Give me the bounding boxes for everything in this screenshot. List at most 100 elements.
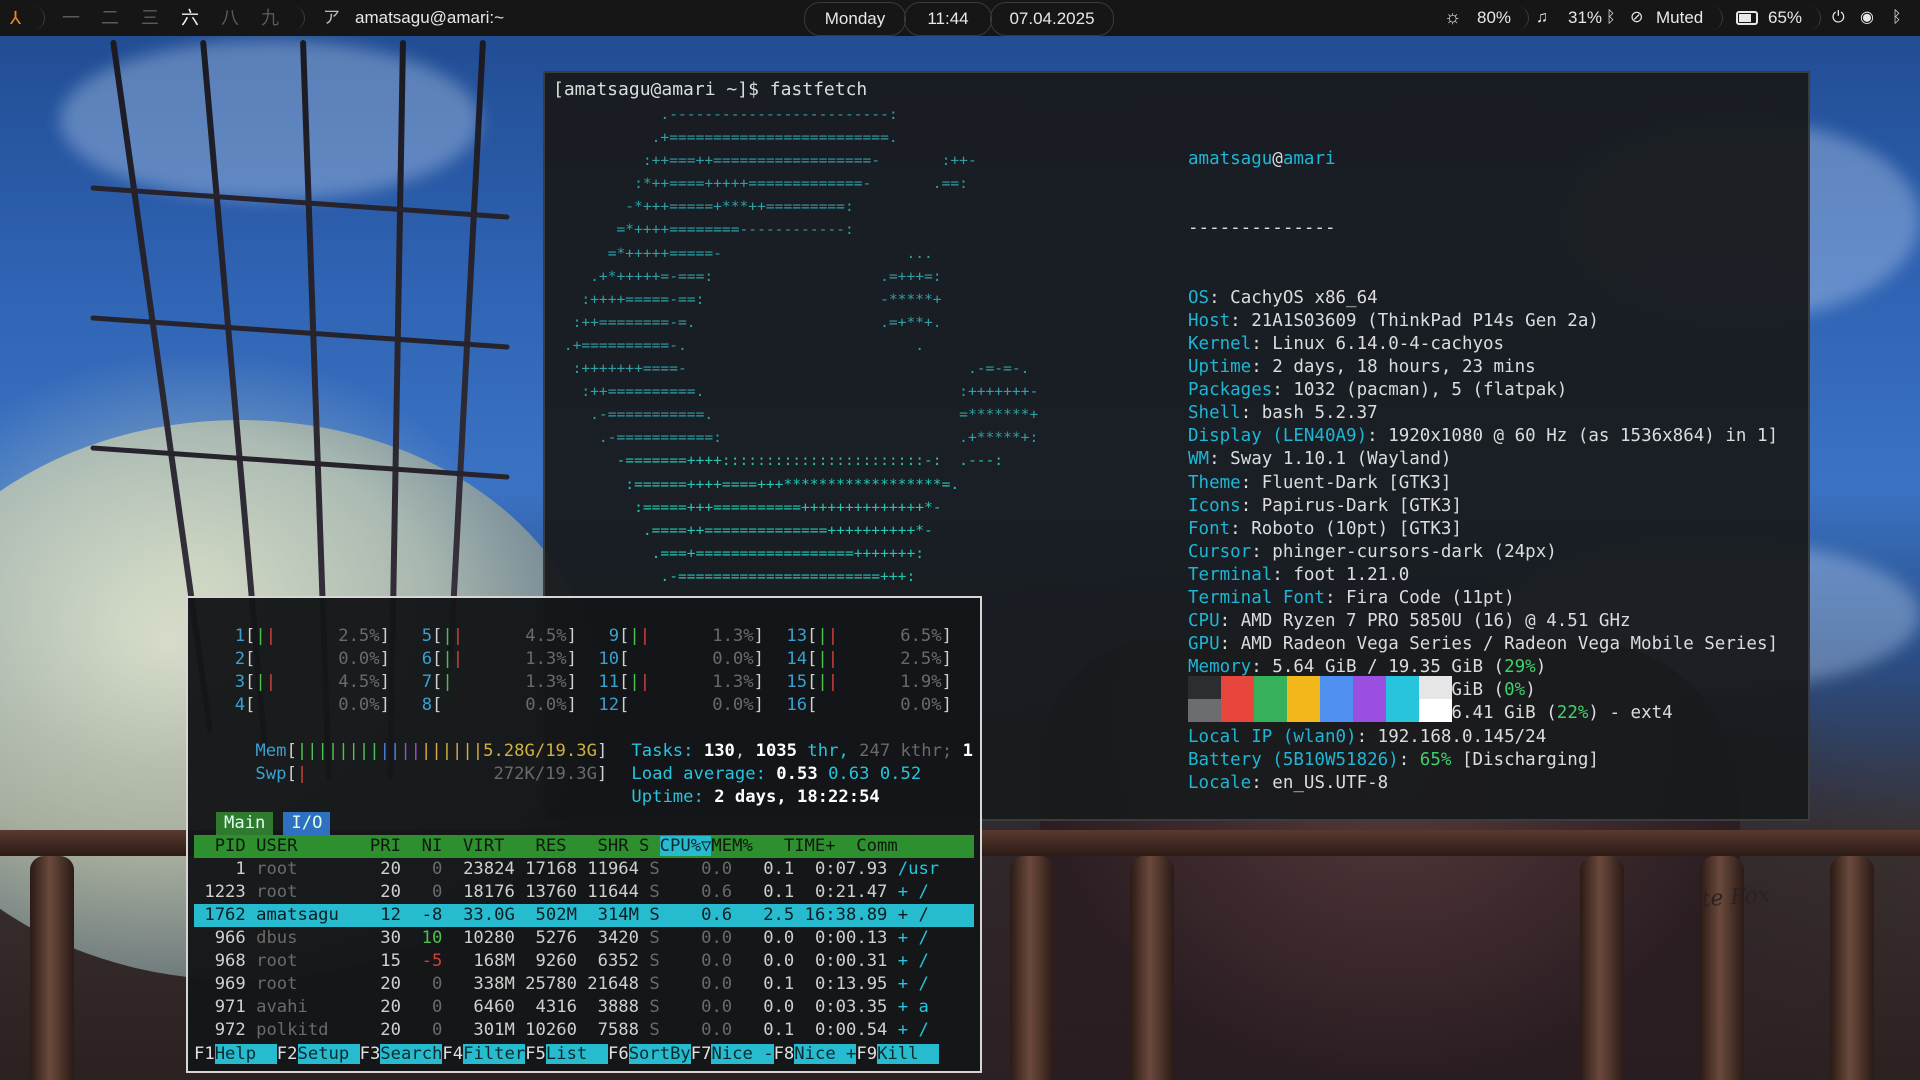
cpu-percent: 0.0%	[338, 649, 380, 669]
battery-value[interactable]: 65%	[1768, 0, 1802, 36]
workspace-active[interactable]: 六	[181, 0, 199, 36]
color-swatch	[1221, 676, 1254, 722]
cpu-number: 6	[401, 649, 433, 669]
logo-line: :++========-=. .=+**+.	[572, 313, 942, 331]
info-value: AMD Radeon Vega Series / Radeon Vega Mob…	[1240, 634, 1779, 655]
battery-icon	[1736, 11, 1758, 25]
process-shr: 21648	[587, 974, 650, 994]
terminal-window-htop[interactable]: 1[|| 2.5%] 2[ 0.0%] 3[|| 4.5%] 4[ 0.0%] …	[186, 596, 982, 1073]
process-user: polkitd	[256, 1020, 370, 1040]
cpu-meter: 2[ 0.0%]	[214, 649, 390, 669]
process-user: root	[256, 859, 370, 879]
user-host: amatsagu@amari	[1188, 149, 1336, 170]
fkey-f6[interactable]: F6SortBy	[608, 1044, 691, 1064]
fkey-f3[interactable]: F3Search	[360, 1044, 443, 1064]
info-value: en_US.UTF-8	[1272, 772, 1389, 793]
fkey-key: F2	[276, 1044, 298, 1064]
info-row: Host: 21A1S03609 (ThinkPad P14s Gen 2a)	[1188, 310, 1599, 331]
process-ni: 10	[411, 928, 453, 948]
uptime-label: Uptime:	[631, 787, 704, 807]
process-cpu: 0.0	[690, 974, 753, 994]
fkey-f8[interactable]: F8Nice +	[774, 1044, 857, 1064]
wallpaper-post	[30, 856, 74, 1080]
header-cpu-sorted[interactable]: CPU%▽	[659, 836, 712, 856]
process-time: 0:00.13	[804, 928, 898, 948]
info-row: Terminal Font: Fira Code (11pt)	[1188, 587, 1515, 608]
process-ni: 0	[411, 974, 453, 994]
logo-line: .===+==================+++++++:	[651, 544, 925, 562]
logo-line: .====++==============++++++++++*-	[642, 521, 933, 539]
cpu-meter: 5[|| 4.5%]	[401, 626, 577, 646]
logo-line: .-===========. =*******+	[590, 406, 1039, 424]
info-key: Locale	[1188, 772, 1252, 793]
launcher-icon[interactable]: ⅄	[10, 0, 21, 36]
bluetooth-audio-icon: ᛒ	[1606, 9, 1616, 26]
fkey-f7[interactable]: F7Nice -	[691, 1044, 774, 1064]
info-key: Kernel	[1188, 333, 1252, 354]
process-row[interactable]: 972 polkitd 20 0 301M 10260 7588 S 0.0 0…	[194, 1019, 974, 1042]
fkey-f2[interactable]: F2Setup	[277, 1044, 360, 1064]
cpu-number: 15	[776, 672, 808, 692]
process-time: 16:38.89	[804, 905, 898, 925]
cpu-percent: 0.0%	[712, 649, 754, 669]
tab-main[interactable]: Main	[216, 812, 274, 835]
process-s: S	[649, 974, 691, 994]
process-row[interactable]: 1223 root 20 0 18176 13760 11644 S 0.6 0…	[194, 881, 974, 904]
cpu-number: 11	[588, 672, 620, 692]
fkey-f4[interactable]: F4Filter	[442, 1044, 526, 1064]
process-pri: 15	[369, 951, 412, 971]
process-row[interactable]: 1762 amatsagu 12 -8 33.0G 502M 314M S 0.…	[194, 904, 974, 927]
logo-line: =*++++========------------:	[616, 221, 854, 239]
clock-date[interactable]: 07.04.2025	[990, 2, 1114, 36]
volume-value[interactable]: 31%	[1568, 0, 1602, 36]
mic-status[interactable]: Muted	[1656, 0, 1703, 36]
fkey-f1[interactable]: F1Help	[194, 1044, 277, 1064]
info-user: amatsagu	[1188, 149, 1273, 170]
fkey-f9[interactable]: F9Kill	[856, 1044, 940, 1064]
swap-meter: Swp[| 272K/19.3G]	[255, 764, 608, 784]
tasks-line: Tasks: 130, 1035 thr, 247 kthr; 1	[631, 741, 973, 761]
bluetooth-icon[interactable]: ᛒ	[1892, 0, 1902, 36]
info-key: GPU	[1188, 634, 1220, 655]
info-key: Memory	[1188, 657, 1252, 678]
process-row[interactable]: 966 dbus 30 10 10280 5276 3420 S 0.0 0.0…	[194, 927, 974, 950]
workspace-9[interactable]: 九	[261, 0, 279, 36]
info-row: Local IP (wlan0): 192.168.0.145/24	[1188, 726, 1547, 747]
process-row[interactable]: 969 root 20 0 338M 25780 21648 S 0.0 0.1…	[194, 973, 974, 996]
system-info-list: amatsagu@amari -------------- OS: CachyO…	[1188, 102, 1778, 841]
process-table-header[interactable]: PID USER PRI NI VIRT RES SHR S CPU%▽MEM%…	[194, 835, 974, 858]
process-mem: 0.1	[752, 1020, 805, 1040]
process-user: root	[256, 951, 370, 971]
process-virt: 23824	[452, 859, 526, 879]
header-columns[interactable]: PID USER PRI NI VIRT RES SHR S	[194, 836, 660, 856]
process-time: 0:00.54	[804, 1020, 898, 1040]
process-mem: 0.1	[752, 882, 805, 902]
workspace-1[interactable]: 一	[62, 0, 80, 36]
fkey-f5[interactable]: F5List	[525, 1044, 608, 1064]
cpu-number: 9	[588, 626, 620, 646]
process-row[interactable]: 1 root 20 0 23824 17168 11964 S 0.0 0.1 …	[194, 858, 974, 881]
clock-time[interactable]: 11:44	[904, 2, 992, 36]
brightness-value[interactable]: 80%	[1477, 0, 1511, 36]
workspace-2[interactable]: 二	[101, 0, 119, 36]
process-row[interactable]: 968 root 15 -5 168M 9260 6352 S 0.0 0.0 …	[194, 950, 974, 973]
logo-line: :++===++==================- :++-	[642, 152, 977, 170]
tab-io[interactable]: I/O	[283, 812, 331, 835]
header-columns-tail[interactable]: MEM% TIME+ Comm	[711, 836, 897, 856]
process-virt: 168M	[452, 951, 526, 971]
power-icon[interactable]: ⏻	[1832, 0, 1845, 36]
process-shr: 7588	[587, 1020, 650, 1040]
info-value: Linux 6.14.0-4-cachyos	[1272, 333, 1505, 354]
workspace-8[interactable]: 八	[221, 0, 239, 36]
cpu-number: 8	[401, 695, 433, 715]
logo-line: :++==========. :+++++++-	[581, 383, 1039, 401]
color-swatch	[1287, 676, 1320, 722]
workspace-3[interactable]: 三	[141, 0, 159, 36]
cpu-bar: |	[442, 672, 453, 692]
wifi-icon[interactable]: ◉	[1860, 0, 1874, 36]
info-row: Kernel: Linux 6.14.0-4-cachyos	[1188, 333, 1505, 354]
fkey-label: Help	[214, 1044, 277, 1064]
process-row[interactable]: 971 avahi 20 0 6460 4316 3888 S 0.0 0.0 …	[194, 996, 974, 1019]
logo-line: :+++++++====- .-=-=-.	[572, 360, 1030, 378]
info-value: 21A1S03609 (ThinkPad P14s Gen 2a)	[1251, 310, 1599, 331]
